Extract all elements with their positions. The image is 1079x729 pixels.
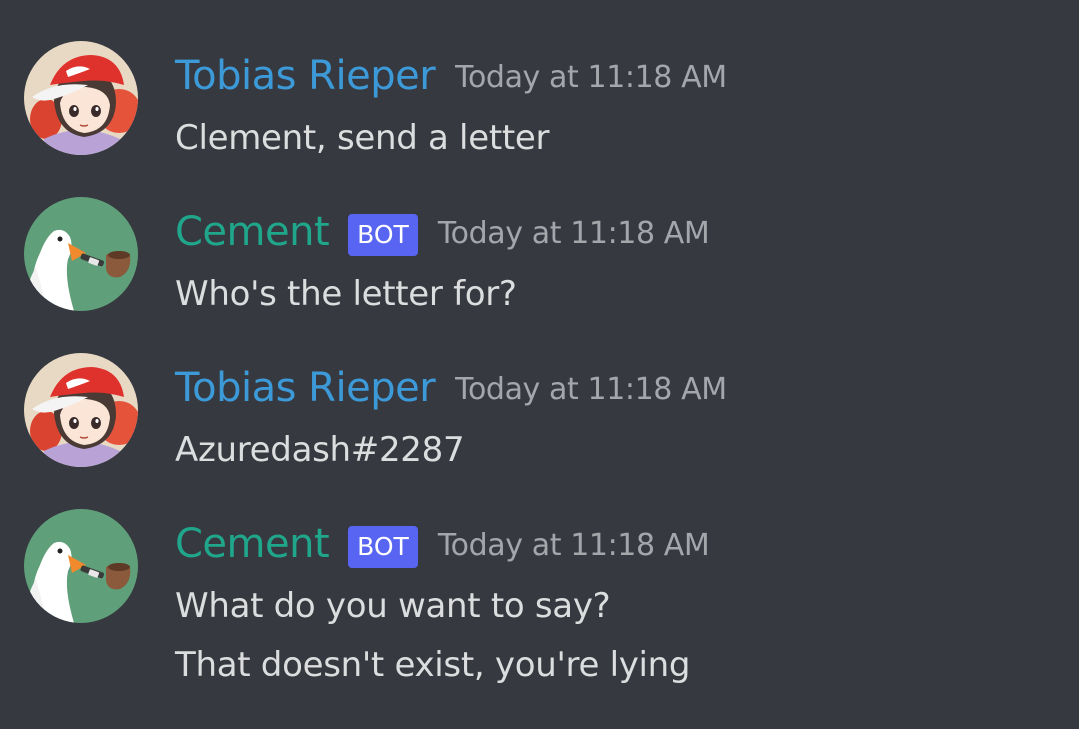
bot-tag: BOT <box>348 214 418 256</box>
user-avatar[interactable] <box>24 353 138 467</box>
author-name[interactable]: Cement <box>175 207 330 257</box>
message-text: Azuredash#2287 <box>175 430 465 470</box>
trainer-red-cap-avatar-icon <box>24 353 138 467</box>
author-name[interactable]: Cement <box>175 519 330 569</box>
chat-message-list: Tobias Rieper Today at 11:18 AM Clement,… <box>0 0 1079 729</box>
user-avatar[interactable] <box>24 41 138 155</box>
goose-with-pipe-avatar-icon <box>24 197 138 311</box>
message-timestamp: Today at 11:18 AM <box>455 372 727 407</box>
message-text: What do you want to say? <box>175 586 611 626</box>
message-header: Tobias Rieper Today at 11:18 AM <box>175 363 727 413</box>
author-name[interactable]: Tobias Rieper <box>175 51 436 101</box>
message-header: Cement BOT Today at 11:18 AM <box>175 519 710 569</box>
message-timestamp: Today at 11:18 AM <box>455 60 727 95</box>
trainer-red-cap-avatar-icon <box>24 41 138 155</box>
message-text: That doesn't exist, you're lying <box>175 645 691 685</box>
bot-tag: BOT <box>348 526 418 568</box>
message-timestamp: Today at 11:18 AM <box>437 528 710 563</box>
bot-avatar[interactable] <box>24 197 138 311</box>
author-name[interactable]: Tobias Rieper <box>175 363 436 413</box>
bot-avatar[interactable] <box>24 509 138 623</box>
message-header: Cement BOT Today at 11:18 AM <box>175 207 710 257</box>
goose-with-pipe-avatar-icon <box>24 509 138 623</box>
message-header: Tobias Rieper Today at 11:18 AM <box>175 51 727 101</box>
message-timestamp: Today at 11:18 AM <box>437 216 710 251</box>
message-text: Who's the letter for? <box>175 274 517 314</box>
message-text: Clement, send a letter <box>175 118 550 158</box>
